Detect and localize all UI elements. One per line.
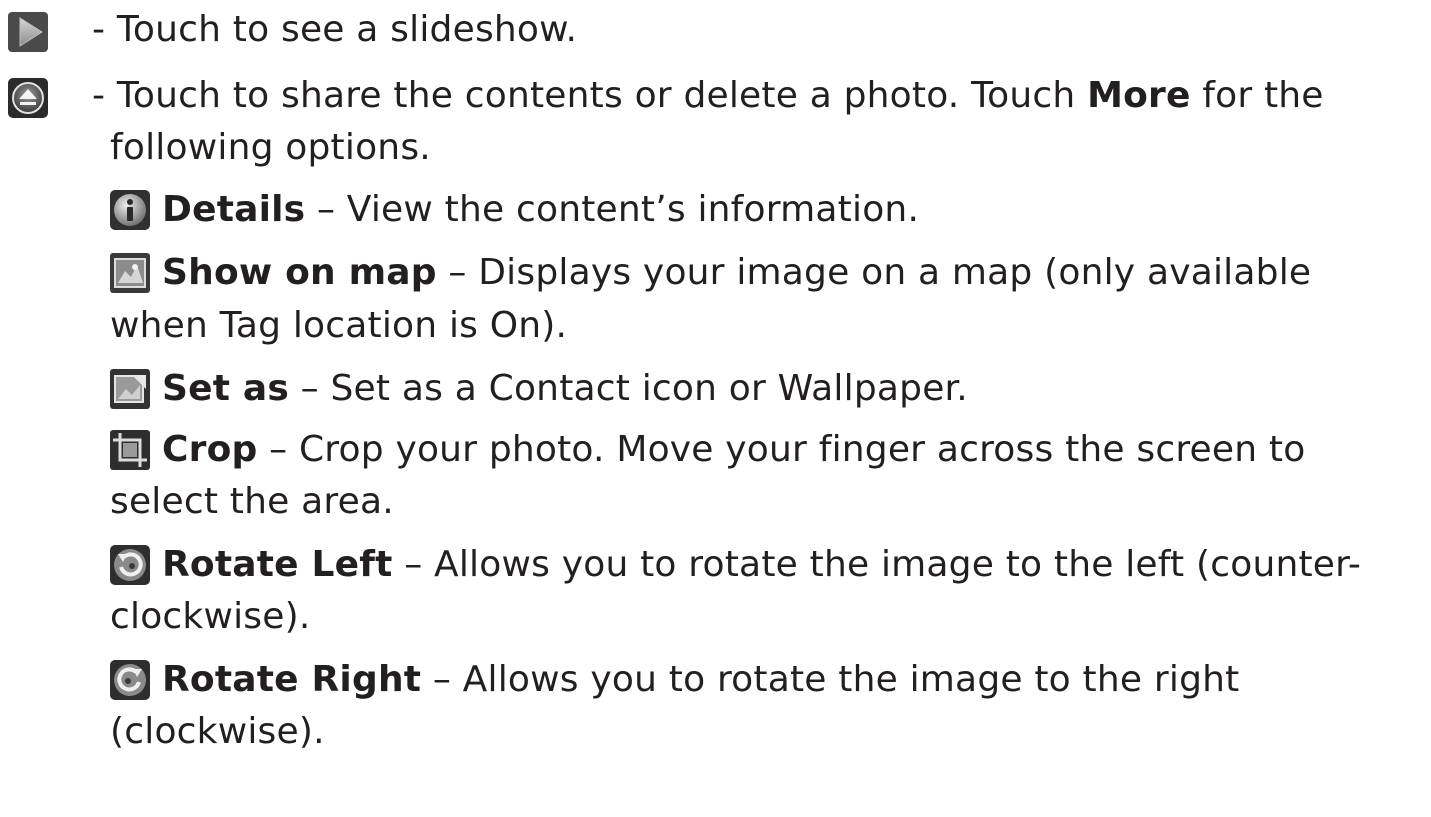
crop-icon[interactable] <box>110 430 150 470</box>
rotate-left-description-continued: clockwise). <box>110 596 311 637</box>
share-description-a: - Touch to share the contents or delete … <box>92 75 1088 116</box>
rotate-left-label: Rotate Left <box>162 544 393 585</box>
more-keyword: More <box>1087 75 1191 116</box>
crop-line-1: Crop – Crop your photo. Move your finger… <box>162 426 1305 474</box>
rotate-right-line-1: Rotate Right – Allows you to rotate the … <box>162 656 1239 704</box>
crop-description-continued: select the area. <box>110 481 394 522</box>
show-on-map-line-1: Show on map – Displays your image on a m… <box>162 249 1311 297</box>
set-as-label: Set as <box>162 368 290 409</box>
share-text-line-2: following options. <box>110 124 431 172</box>
rotate-right-description: – Allows you to rotate the image to the … <box>421 659 1240 700</box>
share-text-line-1: - Touch to share the contents or delete … <box>92 72 1324 120</box>
set-as-line: Set as – Set as a Contact icon or Wallpa… <box>162 365 968 413</box>
share-description-continued: following options. <box>110 127 431 168</box>
crop-line-2: select the area. <box>110 478 394 526</box>
manual-page: - Touch to see a slideshow. - Touch to s… <box>0 0 1431 817</box>
share-description-b: for the <box>1190 75 1324 116</box>
rotate-right-description-continued: (clockwise). <box>110 711 325 752</box>
rotate-left-description: – Allows you to rotate the image to the … <box>392 544 1362 585</box>
set-as-icon[interactable] <box>110 369 150 409</box>
show-on-map-label: Show on map <box>162 252 437 293</box>
rotate-right-line-2: (clockwise). <box>110 708 325 756</box>
crop-label: Crop <box>162 429 258 470</box>
rotate-left-line-1: Rotate Left – Allows you to rotate the i… <box>162 541 1361 589</box>
slideshow-text: - Touch to see a slideshow. <box>92 6 577 54</box>
map-icon[interactable] <box>110 253 150 293</box>
rotate-right-icon[interactable] <box>110 660 150 700</box>
rotate-left-icon[interactable] <box>110 545 150 585</box>
share-menu-icon[interactable] <box>8 78 48 118</box>
details-label: Details <box>162 189 306 230</box>
details-description: – View the content’s information. <box>305 189 920 230</box>
rotate-left-line-2: clockwise). <box>110 593 311 641</box>
rotate-right-label: Rotate Right <box>162 659 422 700</box>
set-as-description: – Set as a Contact icon or Wallpaper. <box>289 368 968 409</box>
show-on-map-line-2: when Tag location is On). <box>110 302 567 350</box>
crop-description: – Crop your photo. Move your finger acro… <box>257 429 1306 470</box>
show-on-map-description-continued: when Tag location is On). <box>110 305 568 346</box>
slideshow-description: - Touch to see a slideshow. <box>92 9 578 50</box>
details-line: Details – View the content’s information… <box>162 186 919 234</box>
show-on-map-description: – Displays your image on a map (only ava… <box>436 252 1312 293</box>
info-icon[interactable] <box>110 190 150 230</box>
play-slideshow-icon[interactable] <box>8 12 48 52</box>
